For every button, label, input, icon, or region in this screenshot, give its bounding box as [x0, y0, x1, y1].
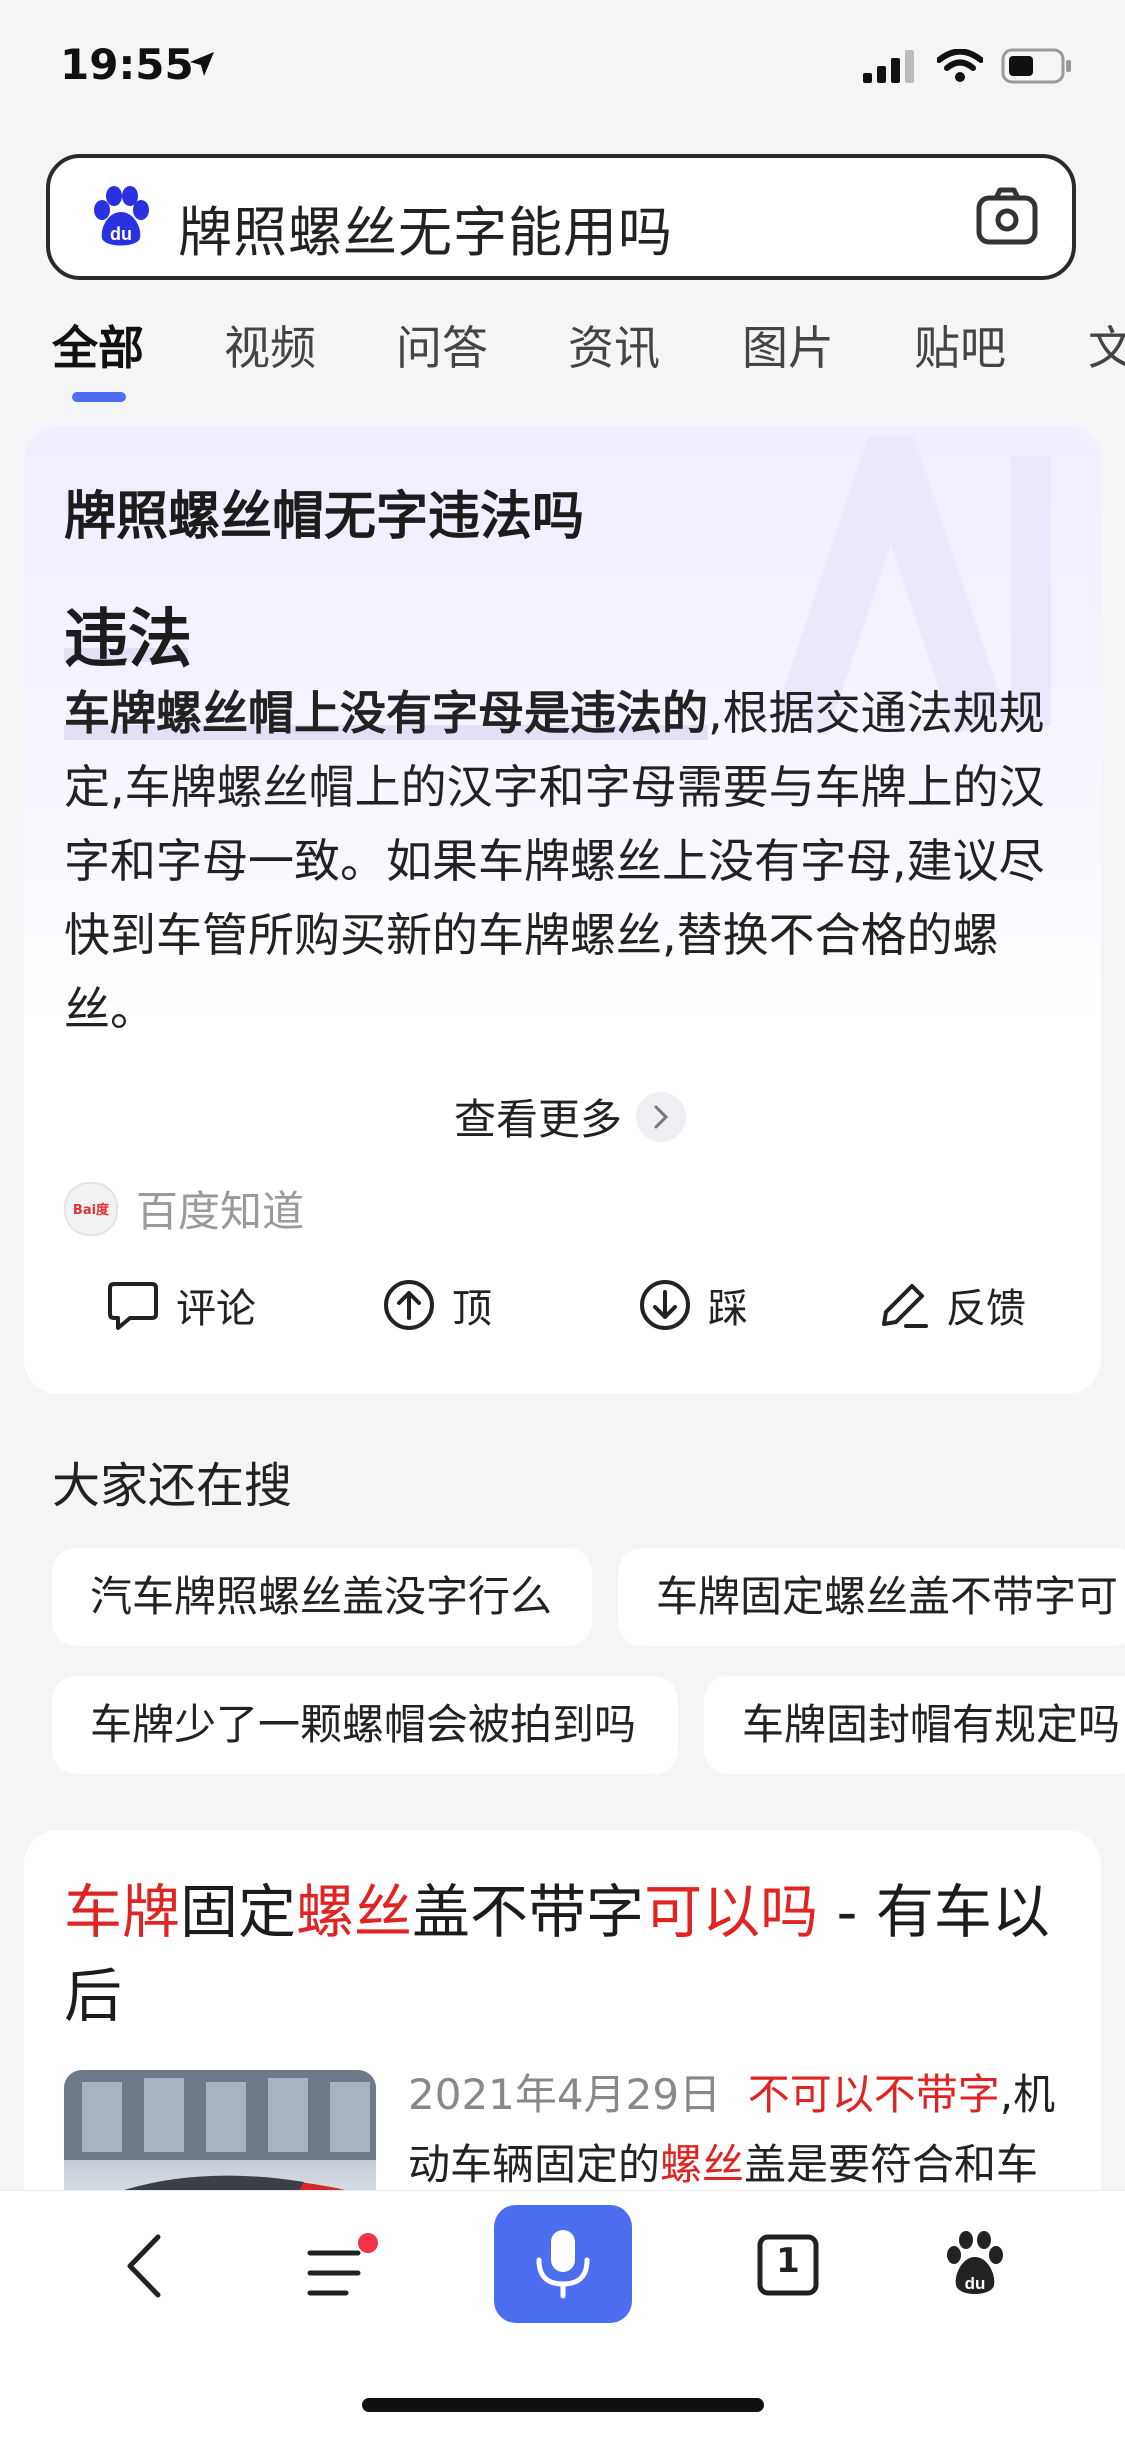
related-chip[interactable]: 车牌少了一颗螺帽会被拍到吗: [52, 1676, 678, 1774]
baidu-paw-icon: du: [88, 184, 154, 254]
chevron-left-icon: [127, 2234, 161, 2298]
title-highlight: 可以吗: [644, 1878, 819, 1946]
source-logo-text: Bai度: [72, 1203, 110, 1218]
related-chip[interactable]: 车牌固定螺丝盖不带字可: [618, 1548, 1125, 1646]
status-time: 19:55: [60, 40, 194, 89]
wifi-icon: [937, 49, 983, 82]
tab-images[interactable]: 图片: [742, 312, 834, 378]
baidu-paw-icon: du: [947, 2231, 1003, 2294]
active-tab-indicator: [72, 392, 126, 402]
tab-qa[interactable]: 问答: [396, 312, 488, 378]
snippet-highlight: 螺丝: [660, 2140, 745, 2189]
menu-icon: [307, 2233, 378, 2296]
baidu-zhidao-logo: Bai度: [64, 1181, 118, 1236]
title-highlight: 车牌: [64, 1878, 181, 1946]
menu-button[interactable]: [304, 2231, 384, 2315]
ai-answer-verdict: 违法: [64, 603, 192, 677]
view-more-button[interactable]: 查看更多: [454, 1086, 687, 1147]
tabs-count: 1: [776, 2241, 800, 2281]
title-highlight: 螺丝: [296, 1878, 413, 1946]
feedback-label: 反馈: [946, 1286, 1026, 1332]
related-chip[interactable]: 车牌固封帽有规定吗: [704, 1676, 1125, 1774]
related-chip[interactable]: 汽车牌照螺丝盖没字行么: [52, 1548, 592, 1646]
ai-answer-card: 牌照螺丝帽无字违法吗 违法 车牌螺丝帽上没有字母是违法的,根据交通法规规定,车牌…: [24, 426, 1101, 1394]
arrow-up-circle-icon: [384, 1280, 434, 1330]
svg-text:du: du: [110, 224, 132, 244]
ai-question: 牌照螺丝帽无字违法吗: [64, 487, 585, 547]
comment-icon: [108, 1282, 158, 1330]
chevron-right-icon: [636, 1091, 687, 1142]
ai-body-bold: 车牌螺丝帽上没有字母是违法的: [64, 686, 708, 740]
home-indicator: [362, 2398, 764, 2412]
answer-source[interactable]: Bai度 百度知道: [64, 1178, 304, 1239]
tab-video[interactable]: 视频: [224, 312, 316, 378]
snippet-highlight: 不可以不带字: [747, 2070, 1000, 2119]
answer-actions: 评论 顶 踩 反馈: [24, 1276, 1101, 1366]
view-more-label: 查看更多: [454, 1095, 623, 1144]
search-bar[interactable]: du 牌照螺丝无字能用吗: [46, 154, 1076, 280]
related-searches-title: 大家还在搜: [52, 1458, 293, 1514]
battery-icon: [1001, 48, 1071, 84]
microphone-icon: [536, 2230, 590, 2299]
tab-tieba[interactable]: 贴吧: [914, 312, 1006, 378]
signal-icon: [863, 50, 914, 83]
result-title[interactable]: 车牌固定螺丝盖不带字可以吗 - 有车以后: [64, 1870, 1064, 2038]
result-date: 2021年4月29日: [408, 2070, 722, 2119]
source-name: 百度知道: [136, 1187, 305, 1236]
tab-news[interactable]: 资讯: [568, 312, 660, 378]
baidu-home-button[interactable]: du: [944, 2229, 1006, 2303]
upvote-label: 顶: [452, 1286, 492, 1332]
pencil-icon: [882, 1284, 928, 1328]
snippet-text: 盖是要符合和车: [744, 2140, 1039, 2189]
comment-label: 评论: [176, 1286, 256, 1332]
arrow-down-circle-icon: [640, 1280, 690, 1330]
search-input[interactable]: 牌照螺丝无字能用吗: [178, 188, 673, 267]
svg-text:du: du: [965, 2274, 986, 2293]
feedback-button[interactable]: 反馈: [876, 1276, 1026, 1334]
upvote-button[interactable]: 顶: [382, 1276, 492, 1334]
ai-answer-body: 车牌螺丝帽上没有字母是违法的,根据交通法规规定,车牌螺丝帽上的汉字和字母需要与车…: [64, 676, 1064, 1046]
downvote-label: 踩: [708, 1286, 748, 1332]
search-tabs: 全部 视频 问答 资讯 图片 贴吧 文: [0, 300, 1125, 410]
camera-icon[interactable]: [976, 186, 1038, 250]
comment-button[interactable]: 评论: [106, 1276, 256, 1334]
result-snippet: 2021年4月29日 不可以不带字,机动车辆固定的螺丝盖是要符合和车: [408, 2060, 1068, 2200]
voice-search-button[interactable]: [494, 2205, 632, 2323]
tab-all[interactable]: 全部: [52, 312, 144, 378]
downvote-button[interactable]: 踩: [638, 1276, 748, 1334]
location-arrow-icon: [188, 50, 216, 82]
title-text: 固定: [180, 1878, 297, 1946]
tab-wenku[interactable]: 文: [1088, 312, 1125, 378]
status-indicators: [863, 48, 1073, 84]
tabs-button[interactable]: 1: [756, 2233, 820, 2301]
back-button[interactable]: [120, 2231, 168, 2305]
title-text: 盖不带字: [412, 1878, 645, 1946]
